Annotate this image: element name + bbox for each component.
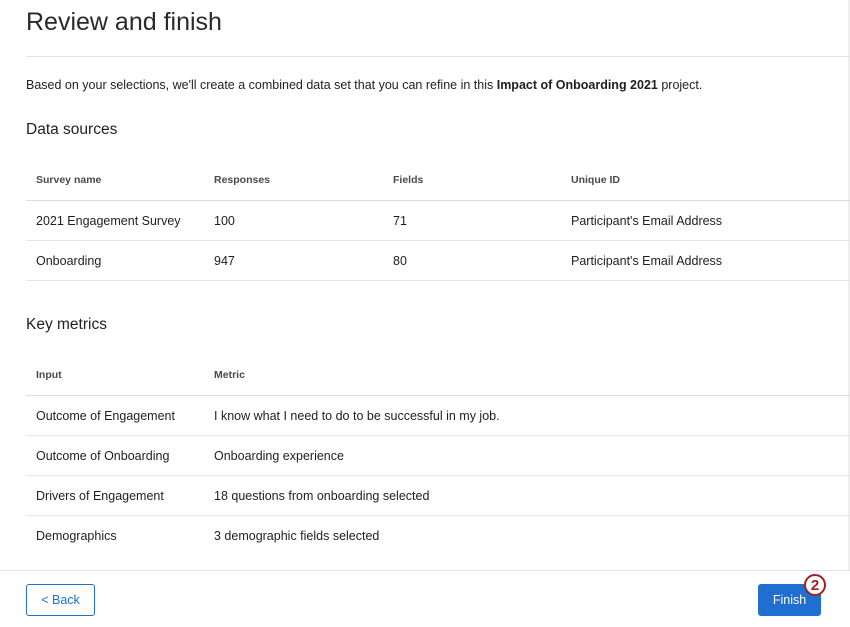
fields-cell: 71	[383, 200, 561, 241]
review-and-finish-page: Review and finish Based on your selectio…	[0, 0, 850, 627]
table-row: Onboarding 947 80 Participant's Email Ad…	[26, 240, 850, 281]
survey-name-cell: 2021 Engagement Survey	[26, 200, 204, 241]
input-cell: Outcome of Engagement	[26, 395, 204, 436]
metric-cell: 18 questions from onboarding selected	[204, 475, 850, 516]
intro-text: Based on your selections, we'll create a…	[26, 78, 702, 92]
footer-divider	[0, 570, 850, 571]
column-header-input: Input	[26, 355, 204, 396]
table-row: Outcome of Onboarding Onboarding experie…	[26, 435, 850, 476]
metric-cell: I know what I need to do to be successfu…	[204, 395, 850, 436]
column-header-responses: Responses	[204, 160, 383, 201]
table-header-row: Survey name Responses Fields Unique ID	[26, 160, 850, 201]
table-row: Demographics 3 demographic fields select…	[26, 516, 850, 556]
data-sources-heading: Data sources	[26, 121, 118, 138]
key-metrics-table: Input Metric Outcome of Engagement I kno…	[26, 355, 850, 555]
fields-cell: 80	[383, 240, 561, 281]
intro-suffix: project.	[657, 78, 703, 92]
survey-name-cell: Onboarding	[26, 240, 204, 281]
table-header-row: Input Metric	[26, 355, 850, 396]
input-cell: Demographics	[36, 528, 117, 543]
back-button[interactable]: < Back	[26, 584, 95, 616]
key-metrics-heading: Key metrics	[26, 316, 107, 333]
metric-cell: Onboarding experience	[204, 435, 850, 476]
column-header-unique-id: Unique ID	[561, 160, 850, 201]
intro-prefix: Based on your selections, we'll create a…	[26, 78, 497, 92]
unique-id-cell: Participant's Email Address	[561, 240, 850, 281]
project-name: Impact of Onboarding 2021	[496, 78, 658, 92]
column-header-fields: Fields	[383, 160, 561, 201]
responses-cell: 947	[204, 240, 383, 281]
input-cell: Outcome of Onboarding	[26, 435, 204, 476]
unique-id-cell: Participant's Email Address	[561, 200, 850, 241]
input-cell: Drivers of Engagement	[26, 475, 204, 516]
table-row: Drivers of Engagement 18 questions from …	[26, 475, 850, 516]
table-row: 2021 Engagement Survey 100 71 Participan…	[26, 200, 850, 241]
column-header-metric: Metric	[204, 355, 850, 396]
title-divider	[26, 56, 850, 57]
responses-cell: 100	[204, 200, 383, 241]
metric-cell: 3 demographic fields selected	[214, 528, 380, 543]
step-number-badge: 2	[804, 574, 826, 596]
data-sources-table: Survey name Responses Fields Unique ID 2…	[26, 160, 850, 281]
table-row: Outcome of Engagement I know what I need…	[26, 395, 850, 436]
column-header-survey-name: Survey name	[26, 160, 204, 201]
page-title: Review and finish	[26, 8, 222, 36]
